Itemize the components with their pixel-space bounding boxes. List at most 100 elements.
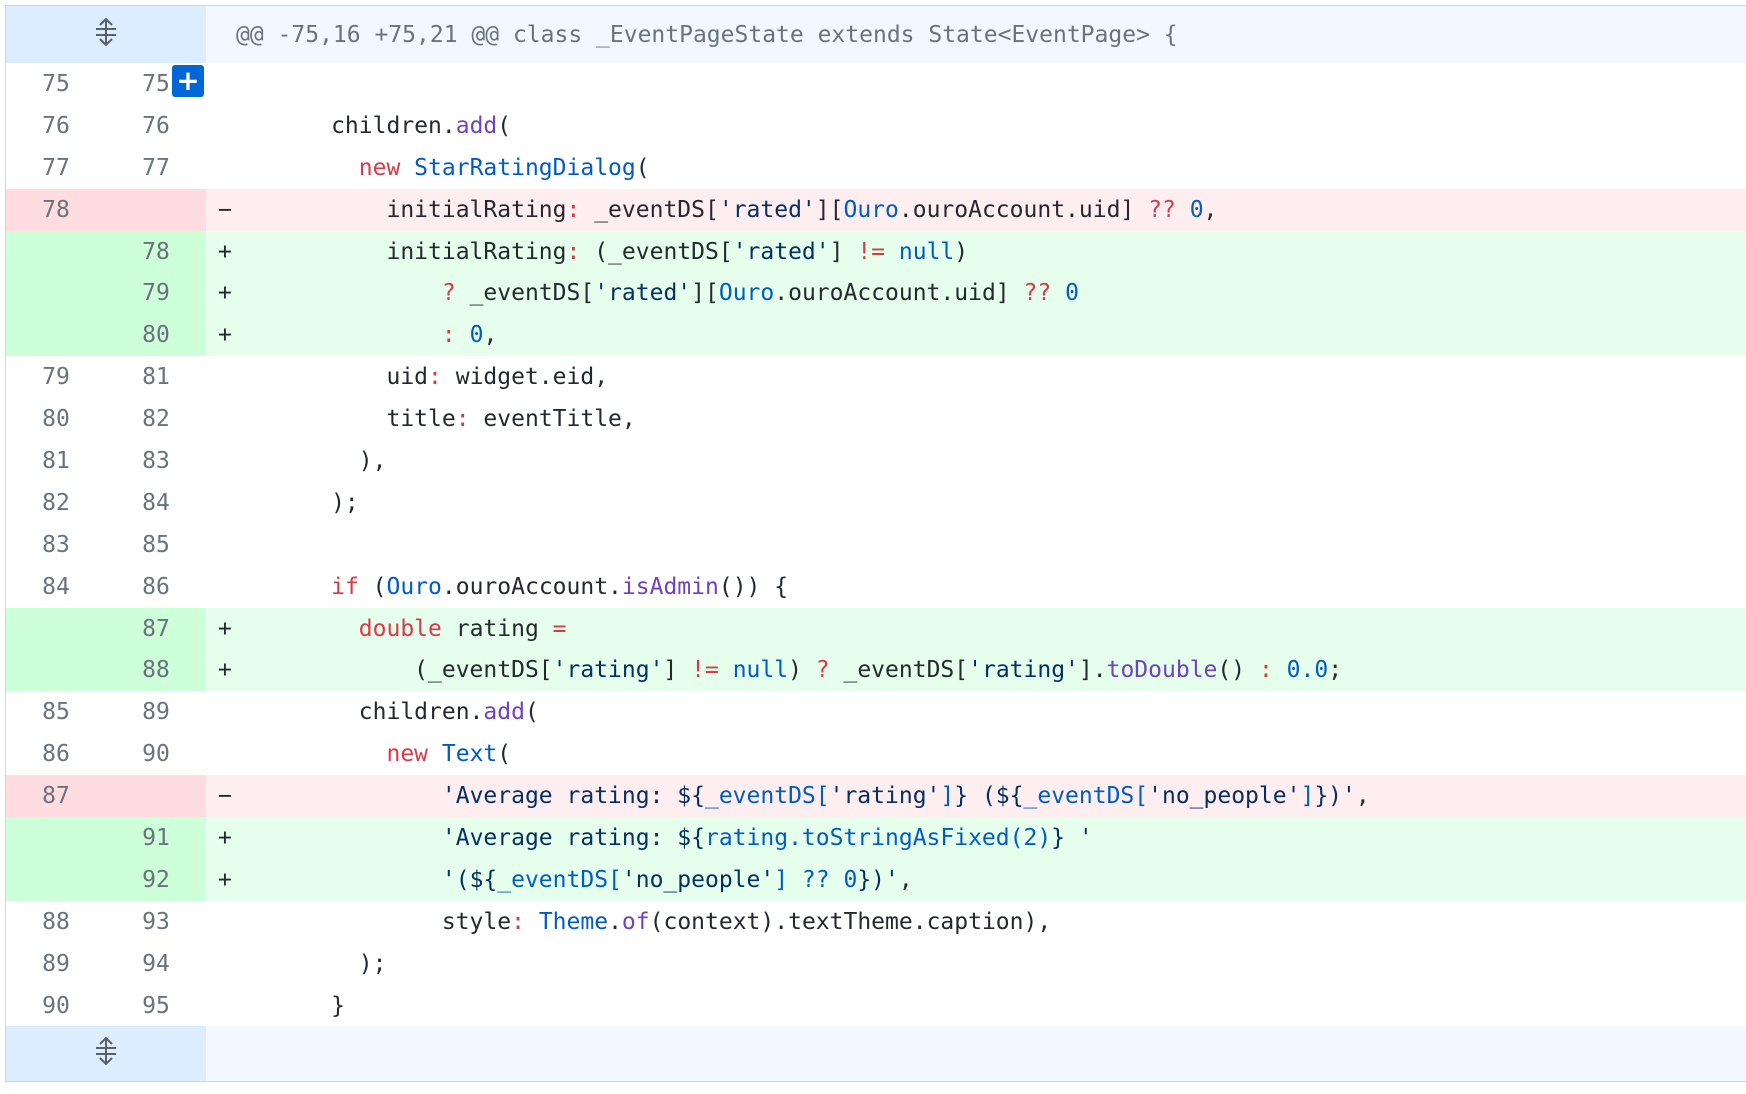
diff-marker [218,699,248,725]
code-token: 'no_people' [621,866,775,893]
old-line-number[interactable]: 83 [6,524,106,566]
new-line-number[interactable]: 92 [106,858,206,901]
old-line-number[interactable]: 90 [6,985,106,1027]
old-line-number[interactable]: 76 [6,105,106,147]
code-token: new [386,741,429,768]
old-line-number[interactable]: 88 [6,901,106,943]
old-line-number[interactable]: 82 [6,482,106,524]
code-token: : [566,238,581,265]
code-token: double [358,615,442,642]
old-line-number[interactable]: 80 [6,398,106,440]
diff-line: 78 + initialRating: (_eventDS['rated'] !=… [6,230,1746,273]
old-line-number[interactable]: 75 [6,63,106,105]
code-token: ; [1328,657,1343,684]
new-line-number[interactable]: 95 [106,985,206,1027]
code-token: ] [829,238,858,265]
diff-marker [218,741,248,767]
new-line-number[interactable]: 85 [106,524,206,566]
old-line-number[interactable]: 86 [6,733,106,775]
code-token: : [566,196,581,223]
new-line-number[interactable]: 79 [106,272,206,315]
new-line-number[interactable]: 93 [106,901,206,943]
old-line-number[interactable]: 78 [6,188,106,231]
old-line-number[interactable] [6,314,106,357]
new-line-number[interactable]: 87 [106,607,206,650]
diff-line: 78 − initialRating: _eventDS['rated'][Our… [6,188,1746,231]
diff-marker [218,448,248,474]
code-token: children. [248,699,484,726]
code-token: '(${ [441,866,498,893]
old-line-number[interactable]: 81 [6,440,106,482]
old-line-number[interactable] [6,272,106,315]
diff-marker: + [218,280,232,307]
diff-line: 80 82 title: eventTitle, [6,398,1746,440]
new-line-number[interactable]: 76 [106,105,206,147]
new-line-number[interactable]: 78 [106,230,206,273]
add-comment-button[interactable]: + [172,65,204,97]
code-token: Text [428,741,498,768]
new-line-number[interactable] [106,775,206,818]
code-token: ]. [1078,657,1107,684]
diff-marker [218,532,248,558]
diff-marker: + [218,238,232,265]
code-token: ) [954,238,969,265]
code-line: children. add( [206,691,1746,733]
old-line-number[interactable]: 79 [6,356,106,398]
code-token: ? [815,657,830,684]
code-token: 'rated' [732,238,830,265]
code-token: ?? [1023,280,1052,307]
diff-line: 79 + ? _eventDS['rated'][Ouro .ouroAccount… [6,272,1746,315]
old-line-number[interactable]: 87 [6,775,106,818]
new-line-number[interactable]: 83 [106,440,206,482]
diff-marker [218,113,248,139]
old-line-number[interactable] [6,230,106,273]
new-line-number[interactable]: 88 [106,649,206,692]
code-token: style [248,908,512,935]
hunk-header: @@ -75,16 +75,21 @@ class _EventPageStat… [6,6,1746,63]
new-line-number[interactable]: 89 [106,691,206,733]
old-line-number[interactable] [6,817,106,859]
code-token: _eventDS[ [704,783,830,810]
new-line-number[interactable]: 80 [106,314,206,357]
code-token: add [483,699,525,726]
new-line-number[interactable]: 94 [106,943,206,985]
code-token: ()) { [718,573,789,600]
code-token: : [441,322,456,349]
old-line-number[interactable] [6,607,106,650]
expand-down-button[interactable] [6,1026,206,1082]
code-token: , [483,322,498,349]
diff-marker: + [218,615,232,642]
new-line-number[interactable] [106,188,206,231]
hunk-footer [6,1026,1746,1083]
old-line-number[interactable]: 85 [6,691,106,733]
new-line-number[interactable]: 81 [106,356,206,398]
code-token: ? [441,280,456,307]
new-line-number[interactable]: 91 [106,817,206,859]
new-line-number[interactable]: 82 [106,398,206,440]
old-line-number[interactable] [6,858,106,901]
new-line-number[interactable]: 77 [106,147,206,189]
new-line-number[interactable]: 86 [106,566,206,608]
code-token: () [1217,657,1259,684]
old-line-number[interactable]: 84 [6,566,106,608]
diff-line: 87 + double rating = [6,607,1746,650]
code-token: } [248,992,345,1019]
new-line-number[interactable]: 90 [106,733,206,775]
new-line-number[interactable]: 84 [106,482,206,524]
old-line-number[interactable]: 89 [6,943,106,985]
diff-marker [218,364,248,390]
code-line: + double rating = [206,608,1746,650]
unfold-icon [92,17,120,53]
code-line: title: eventTitle, [206,398,1746,440]
code-token: null [732,657,789,684]
expand-up-button[interactable] [6,6,206,63]
diff-line: 86 90 new Text( [6,733,1746,775]
code-line [206,524,1746,566]
old-line-number[interactable]: 77 [6,147,106,189]
old-line-number[interactable] [6,649,106,692]
code-line: ), [206,440,1746,482]
diff-marker: − [218,196,232,223]
